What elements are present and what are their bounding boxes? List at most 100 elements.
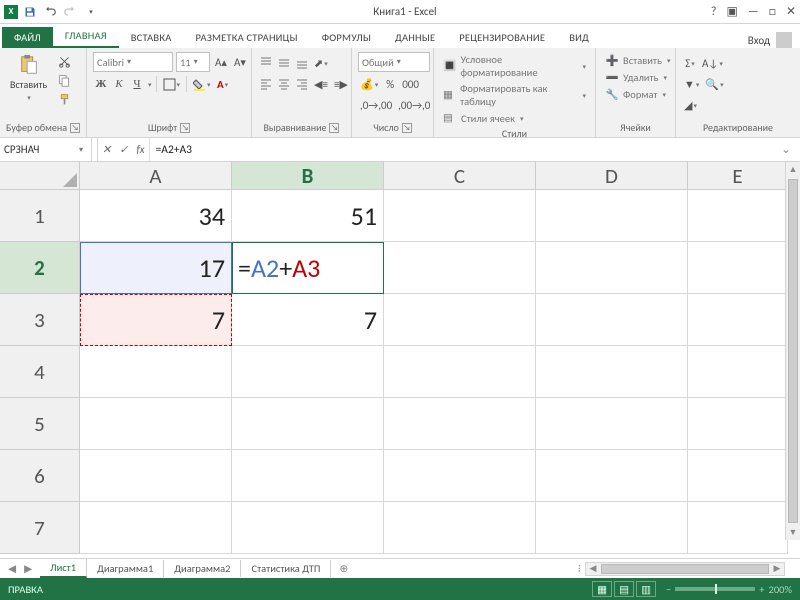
increase-decimal-icon[interactable]: ,0→,00 xyxy=(358,96,394,114)
percent-format-icon[interactable]: % xyxy=(382,75,398,93)
page-break-view-icon[interactable]: ▥ xyxy=(636,581,656,597)
sheet-tab-2[interactable]: Диаграмма1 xyxy=(87,560,164,577)
align-top-icon[interactable] xyxy=(258,54,274,72)
comma-format-icon[interactable]: 000 xyxy=(400,75,421,93)
new-sheet-icon[interactable]: ⊕ xyxy=(331,562,356,575)
cell-a7[interactable] xyxy=(80,502,232,554)
bold-button[interactable]: Ж xyxy=(93,75,109,93)
conditional-formatting-button[interactable]: 🔳Условное форматирование▾ xyxy=(440,52,589,80)
paste-button[interactable]: Вставить ▾ xyxy=(6,52,51,104)
name-box[interactable]: СРЗНАЧ▾ xyxy=(0,138,92,161)
cell-b4[interactable] xyxy=(232,346,384,398)
scroll-up-icon[interactable]: ▲ xyxy=(786,162,800,177)
row-header-6[interactable]: 6 xyxy=(0,450,80,502)
scroll-down-icon[interactable]: ▼ xyxy=(786,525,800,540)
cell-d7[interactable] xyxy=(536,502,688,554)
insert-cells-button[interactable]: ➕Вставить▾ xyxy=(602,52,673,68)
cell-e1[interactable] xyxy=(688,190,788,242)
cell-a3[interactable]: 7 xyxy=(80,294,232,346)
formula-input[interactable]: =A2+A3 ⌄ xyxy=(150,138,800,161)
align-center-icon[interactable] xyxy=(276,75,292,93)
sheet-nav-prev-icon[interactable]: ◀ xyxy=(8,562,16,575)
decrease-indent-icon[interactable]: ◀≡ xyxy=(312,75,330,93)
cell-e5[interactable] xyxy=(688,398,788,450)
cell-a4[interactable] xyxy=(80,346,232,398)
tab-home[interactable]: ГЛАВНАЯ xyxy=(53,25,119,48)
italic-button[interactable]: К xyxy=(111,75,127,93)
format-painter-icon[interactable] xyxy=(55,90,73,108)
redo-icon[interactable] xyxy=(62,4,78,20)
cell-e7[interactable] xyxy=(688,502,788,554)
cell-c2[interactable] xyxy=(384,242,536,294)
delete-cells-button[interactable]: ➖Удалить▾ xyxy=(602,69,670,85)
format-cells-button[interactable]: 🔧Формат▾ xyxy=(602,86,669,102)
dialog-launcher-icon[interactable]: ↘ xyxy=(329,123,339,133)
cut-icon[interactable] xyxy=(55,52,73,70)
cell-b5[interactable] xyxy=(232,398,384,450)
cell-c4[interactable] xyxy=(384,346,536,398)
fill-color-icon[interactable]: ▾ xyxy=(191,75,213,93)
zoom-out-icon[interactable]: − xyxy=(666,583,671,596)
align-right-icon[interactable] xyxy=(294,75,310,93)
zoom-level[interactable]: 200% xyxy=(769,583,792,596)
cell-d1[interactable] xyxy=(536,190,688,242)
zoom-slider[interactable] xyxy=(675,587,755,591)
sheet-nav-next-icon[interactable]: ▶ xyxy=(24,562,32,575)
cell-d4[interactable] xyxy=(536,346,688,398)
row-header-5[interactable]: 5 xyxy=(0,398,80,450)
number-format-combo[interactable]: Общий▾ xyxy=(358,52,430,72)
clear-icon[interactable]: ◢▾ xyxy=(682,96,699,114)
grid[interactable]: A B C D E 1 34 51 2 17 =A2+A3 3 7 7 4 5 xyxy=(0,162,800,554)
tab-insert[interactable]: ВСТАВКА xyxy=(119,27,184,48)
font-color-icon[interactable]: A▾ xyxy=(215,75,231,93)
cell-b6[interactable] xyxy=(232,450,384,502)
row-header-1[interactable]: 1 xyxy=(0,190,80,242)
normal-view-icon[interactable]: ▦ xyxy=(592,581,612,597)
col-header-d[interactable]: D xyxy=(536,162,688,190)
insert-function-icon[interactable]: fx xyxy=(136,143,144,156)
format-as-table-button[interactable]: ▦Форматировать как таблицу▾ xyxy=(440,81,589,109)
col-header-a[interactable]: A xyxy=(80,162,232,190)
cell-e4[interactable] xyxy=(688,346,788,398)
sheet-tab-1[interactable]: Лист1 xyxy=(40,559,87,578)
sheet-tab-4[interactable]: Статистика ДТП xyxy=(241,560,331,577)
tab-review[interactable]: РЕЦЕНЗИРОВАНИЕ xyxy=(447,27,557,48)
chevron-down-icon[interactable]: ▾ xyxy=(75,145,87,155)
dialog-launcher-icon[interactable]: ↘ xyxy=(70,123,80,133)
accounting-format-icon[interactable]: 💰▾ xyxy=(358,75,380,93)
row-header-7[interactable]: 7 xyxy=(0,502,80,554)
col-header-b[interactable]: B xyxy=(232,162,384,190)
cell-b3[interactable]: 7 xyxy=(232,294,384,346)
save-icon[interactable] xyxy=(22,4,38,20)
minimize-icon[interactable]: — xyxy=(748,5,759,19)
user-avatar-icon[interactable] xyxy=(776,32,792,48)
zoom-in-icon[interactable]: + xyxy=(759,583,764,596)
cancel-formula-icon[interactable]: ✕ xyxy=(102,143,111,156)
align-middle-icon[interactable] xyxy=(276,54,292,72)
scroll-thumb[interactable] xyxy=(601,564,769,574)
vertical-scrollbar[interactable]: ▲ ▼ xyxy=(785,162,800,540)
undo-icon[interactable] xyxy=(42,4,58,20)
cell-a1[interactable]: 34 xyxy=(80,190,232,242)
row-header-4[interactable]: 4 xyxy=(0,346,80,398)
enter-formula-icon[interactable]: ✓ xyxy=(119,143,128,156)
col-header-e[interactable]: E xyxy=(688,162,788,190)
cell-c7[interactable] xyxy=(384,502,536,554)
tab-file[interactable]: ФАЙЛ xyxy=(2,27,53,48)
select-all-corner[interactable] xyxy=(0,162,80,190)
fill-icon[interactable]: ▼▾ xyxy=(682,75,701,93)
sheet-tab-3[interactable]: Диаграмма2 xyxy=(164,560,241,577)
borders-icon[interactable]: ▾ xyxy=(161,75,183,93)
signin-label[interactable]: Вход xyxy=(748,34,770,47)
underline-button[interactable]: Ч xyxy=(129,75,145,93)
cell-e2[interactable] xyxy=(688,242,788,294)
cell-e3[interactable] xyxy=(688,294,788,346)
row-header-3[interactable]: 3 xyxy=(0,294,80,346)
dialog-launcher-icon[interactable]: ↘ xyxy=(402,123,412,133)
cell-c6[interactable] xyxy=(384,450,536,502)
cell-c3[interactable] xyxy=(384,294,536,346)
scroll-thumb[interactable] xyxy=(788,179,798,523)
shrink-font-icon[interactable]: A▾ xyxy=(232,53,248,71)
cell-b1[interactable]: 51 xyxy=(232,190,384,242)
tab-page-layout[interactable]: РАЗМЕТКА СТРАНИЦЫ xyxy=(184,27,310,48)
